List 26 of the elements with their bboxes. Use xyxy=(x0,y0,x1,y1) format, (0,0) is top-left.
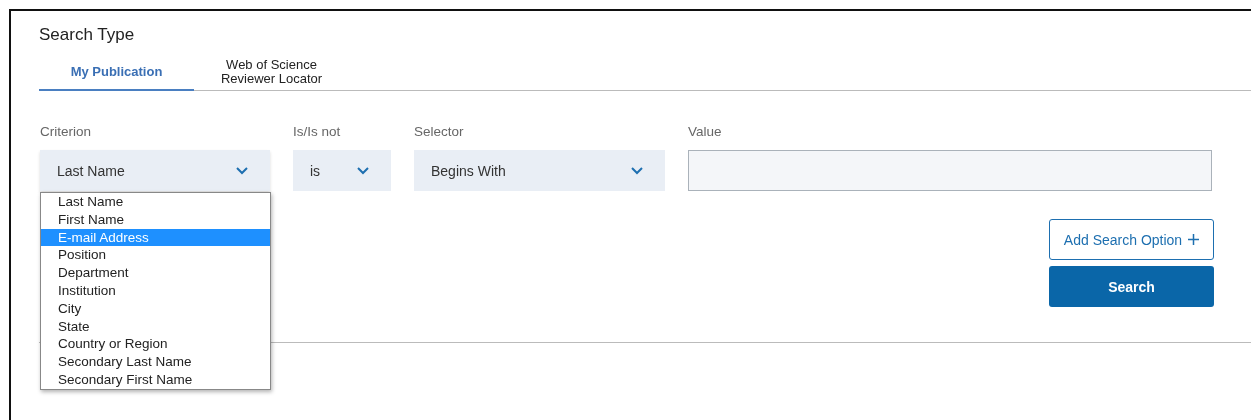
chevron-down-icon xyxy=(631,166,643,175)
dropdown[interactable]: is xyxy=(293,150,391,191)
tab[interactable]: My Publication xyxy=(39,54,194,91)
dropdown-option[interactable]: Position xyxy=(41,246,270,265)
chevron-down-icon xyxy=(236,166,248,175)
field-label: Value xyxy=(688,124,723,141)
chevron-down-icon xyxy=(357,166,369,175)
dropdown-option[interactable]: Institution xyxy=(41,282,270,300)
dropdown-option[interactable]: First Name xyxy=(41,210,270,229)
value-field[interactable] xyxy=(688,150,1212,191)
dropdown-option[interactable]: Secondary First Name xyxy=(41,370,270,389)
field-label: Is/Is not xyxy=(293,124,342,141)
dropdown-option[interactable]: Last Name xyxy=(41,193,270,211)
search-button[interactable]: Search xyxy=(1049,266,1214,307)
add-option-button[interactable]: Add Search Option xyxy=(1049,219,1214,260)
tab[interactable]: Web of Science Reviewer Locator xyxy=(194,54,349,91)
section-title: Search Type xyxy=(39,25,136,46)
dropdown[interactable]: Begins With xyxy=(414,150,665,191)
dropdown-option[interactable]: Country or Region xyxy=(41,335,270,354)
dropdown-option[interactable]: Department xyxy=(41,264,270,282)
field-label: Selector xyxy=(414,124,465,141)
dropdown[interactable]: Last Name xyxy=(40,150,270,191)
field-label: Criterion xyxy=(40,124,92,141)
dropdown-option[interactable]: City xyxy=(41,299,270,318)
dropdown-option[interactable]: State xyxy=(41,317,270,336)
dropdown-option[interactable]: Secondary Last Name xyxy=(41,353,270,371)
